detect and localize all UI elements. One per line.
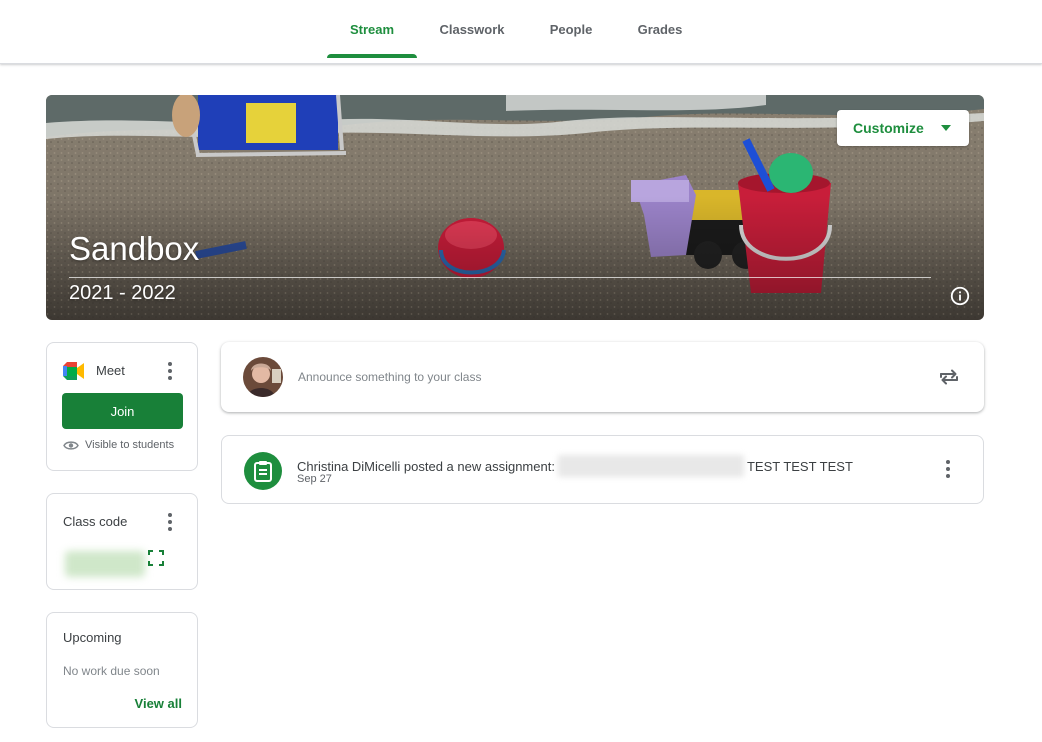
assignment-post[interactable]: Christina DiMicelli posted a new assignm… [221, 435, 984, 504]
announcement-box[interactable]: Announce something to your class [221, 342, 984, 412]
join-meet-button[interactable]: Join [62, 393, 183, 429]
banner-divider [69, 277, 931, 278]
class-code-card: Class code [46, 493, 198, 590]
upcoming-card: Upcoming No work due soon View all [46, 612, 198, 728]
fullscreen-icon[interactable] [148, 550, 164, 566]
class-code-heading: Class code [63, 514, 128, 529]
announce-placeholder: Announce something to your class [298, 370, 482, 384]
class-code-more-options-icon[interactable] [160, 512, 180, 532]
class-section: 2021 - 2022 [69, 282, 176, 304]
class-tabs: Stream Classwork People Grades [327, 0, 705, 64]
class-banner: Customize Sandbox 2021 - 2022 [46, 95, 984, 320]
avatar [243, 357, 283, 397]
upcoming-heading: Upcoming [63, 630, 122, 645]
info-icon[interactable] [949, 285, 971, 307]
repost-icon[interactable] [937, 365, 961, 389]
post-title-redacted [557, 455, 744, 477]
customize-button[interactable]: Customize [837, 110, 969, 146]
google-meet-icon [63, 362, 84, 380]
eye-icon [63, 440, 79, 450]
class-title: Sandbox [69, 230, 200, 267]
visibility-note: Visible to students [63, 439, 174, 451]
post-title-suffix: TEST TEST TEST [746, 458, 853, 474]
view-all-link[interactable]: View all [135, 696, 182, 711]
caret-down-icon [941, 125, 951, 131]
post-date: Sep 27 [297, 473, 332, 485]
meet-more-options-icon[interactable] [160, 361, 180, 381]
tab-classwork[interactable]: Classwork [417, 0, 527, 58]
meet-label: Meet [96, 363, 125, 378]
post-title-line: Christina DiMicelli posted a new assignm… [297, 455, 853, 477]
assignment-icon [244, 452, 282, 490]
visibility-text: Visible to students [85, 439, 175, 451]
no-work-text: No work due soon [63, 664, 160, 678]
class-code-value-redacted [65, 551, 145, 577]
post-author-text: Christina DiMicelli posted a new assignm… [297, 458, 555, 474]
meet-card: Meet Join Visible to students [46, 342, 198, 471]
tab-people[interactable]: People [527, 0, 615, 58]
top-navigation: Stream Classwork People Grades [0, 0, 1042, 64]
tab-stream[interactable]: Stream [327, 0, 417, 58]
tab-grades[interactable]: Grades [615, 0, 705, 58]
customize-label: Customize [853, 120, 924, 136]
post-more-options-icon[interactable] [938, 459, 958, 479]
